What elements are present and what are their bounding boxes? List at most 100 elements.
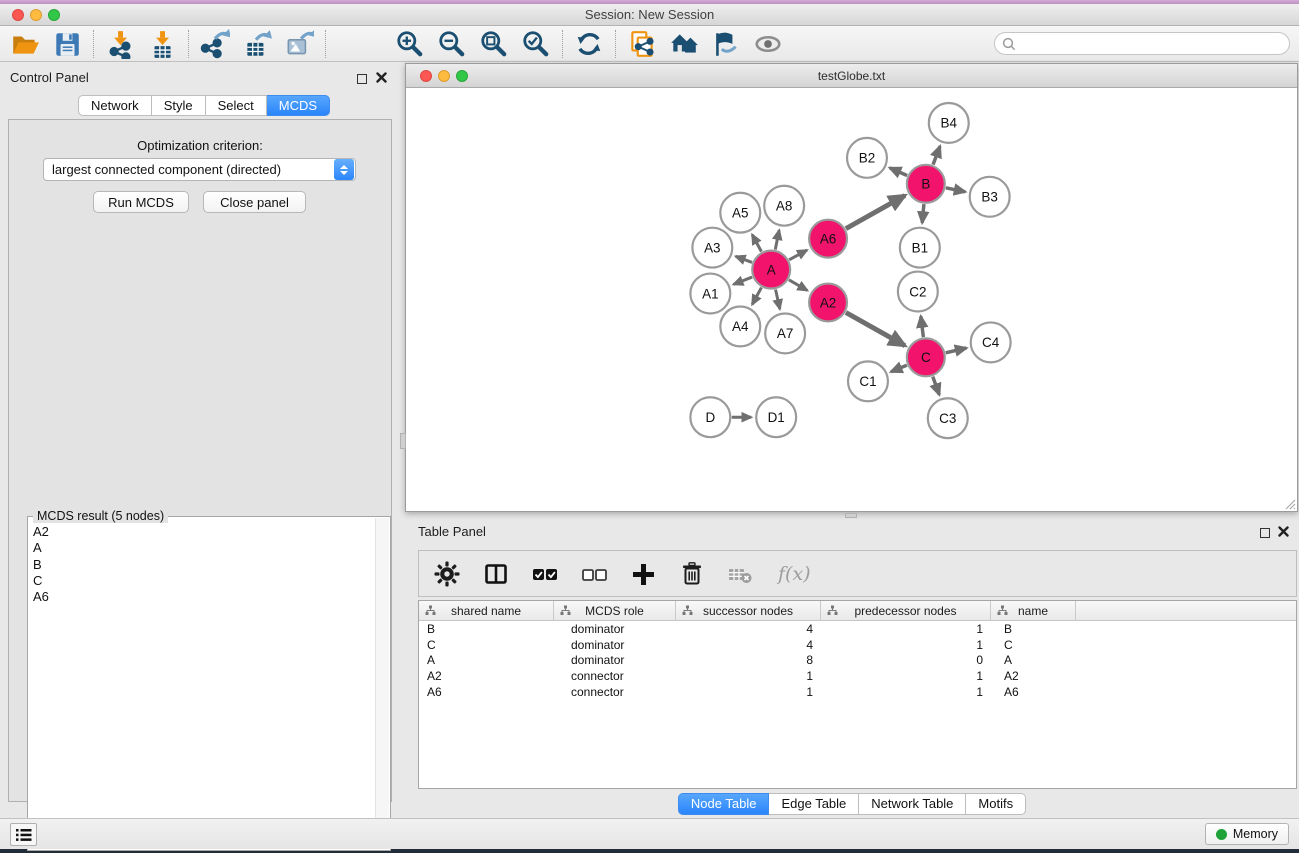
splitter-handle-left[interactable] bbox=[400, 433, 406, 449]
column-header-shared-name[interactable]: shared name bbox=[419, 601, 554, 620]
resize-grip-icon[interactable] bbox=[1282, 496, 1296, 510]
network-maximize-button[interactable] bbox=[456, 70, 468, 82]
edge-A-A2[interactable] bbox=[789, 280, 807, 291]
node-B1[interactable]: B1 bbox=[900, 228, 940, 268]
float-panel-icon[interactable] bbox=[357, 71, 368, 82]
column-header-name[interactable]: name bbox=[991, 601, 1076, 620]
node-B4[interactable]: B4 bbox=[929, 103, 969, 143]
export-network-icon[interactable] bbox=[200, 29, 230, 59]
zoom-out-icon[interactable] bbox=[437, 29, 467, 59]
edge-A6-B[interactable] bbox=[846, 195, 905, 228]
edge-C-C1[interactable] bbox=[891, 365, 907, 372]
tab-network[interactable]: Network bbox=[78, 95, 152, 116]
edge-C-C3[interactable] bbox=[933, 377, 940, 395]
network-close-button[interactable] bbox=[420, 70, 432, 82]
mcds-result-list[interactable]: A2ABCA6 bbox=[29, 518, 375, 849]
node-C4[interactable]: C4 bbox=[971, 322, 1011, 362]
edge-A-A8[interactable] bbox=[775, 230, 779, 249]
node-A5[interactable]: A5 bbox=[720, 193, 760, 233]
node-A1[interactable]: A1 bbox=[690, 274, 730, 314]
result-item[interactable]: B bbox=[33, 557, 375, 573]
node-C2[interactable]: C2 bbox=[898, 272, 938, 312]
tab-mcds[interactable]: MCDS bbox=[267, 95, 330, 116]
result-item[interactable]: A2 bbox=[33, 524, 375, 540]
deselect-all-icon[interactable] bbox=[580, 559, 608, 589]
criterion-dropdown[interactable]: largest connected component (directed) bbox=[43, 158, 356, 181]
node-A4[interactable]: A4 bbox=[720, 306, 760, 346]
node-D1[interactable]: D1 bbox=[756, 397, 796, 437]
edge-A2-C[interactable] bbox=[846, 313, 905, 346]
result-item[interactable]: A6 bbox=[33, 589, 375, 605]
table-row[interactable]: A2connector11A2 bbox=[419, 668, 1296, 684]
home-icon[interactable] bbox=[669, 29, 699, 59]
table-close-panel-icon[interactable] bbox=[1278, 524, 1289, 535]
network-graph[interactable]: B4 B2 B B3 A8A5 A6 A3 B1 A A1 C2 A2 A4A7 C4 C C1 C3 D D1 bbox=[406, 89, 1297, 511]
minimize-window-button[interactable] bbox=[30, 9, 42, 21]
edge-A-A1[interactable] bbox=[734, 277, 753, 284]
result-list-scrollbar[interactable] bbox=[375, 518, 389, 849]
node-A2[interactable]: A2 bbox=[809, 284, 847, 322]
refresh-icon[interactable] bbox=[574, 29, 604, 59]
node-A6[interactable]: A6 bbox=[809, 220, 847, 258]
tab-edge-table[interactable]: Edge Table bbox=[769, 793, 859, 815]
tab-node-table[interactable]: Node Table bbox=[678, 793, 770, 815]
node-A8[interactable]: A8 bbox=[764, 186, 804, 226]
edge-C-C2[interactable] bbox=[921, 316, 924, 337]
maximize-window-button[interactable] bbox=[48, 9, 60, 21]
node-B2[interactable]: B2 bbox=[847, 138, 887, 178]
edge-A-A5[interactable] bbox=[752, 235, 761, 252]
node-D[interactable]: D bbox=[690, 397, 730, 437]
tab-network-table[interactable]: Network Table bbox=[859, 793, 966, 815]
node-table[interactable]: shared name MCDS role successor nodes pr… bbox=[418, 600, 1297, 789]
tab-motifs[interactable]: Motifs bbox=[966, 793, 1026, 815]
export-table-icon[interactable] bbox=[242, 29, 272, 59]
show-hide-icon[interactable] bbox=[753, 29, 783, 59]
node-C1[interactable]: C1 bbox=[848, 361, 888, 401]
edge-C-C4[interactable] bbox=[946, 348, 967, 353]
close-window-button[interactable] bbox=[12, 9, 24, 21]
edge-B-B3[interactable] bbox=[946, 188, 965, 192]
result-item[interactable]: A bbox=[33, 540, 375, 556]
delete-table-icon[interactable] bbox=[727, 559, 755, 589]
node-B3[interactable]: B3 bbox=[970, 177, 1010, 217]
select-all-icon[interactable] bbox=[531, 559, 559, 589]
import-table-icon[interactable] bbox=[147, 29, 177, 59]
close-panel-button[interactable]: Close panel bbox=[203, 191, 306, 213]
node-A3[interactable]: A3 bbox=[692, 228, 732, 268]
add-column-icon[interactable] bbox=[629, 559, 657, 589]
search-field[interactable] bbox=[994, 32, 1290, 55]
table-float-panel-icon[interactable] bbox=[1260, 525, 1271, 536]
settings-icon[interactable] bbox=[433, 559, 461, 589]
delete-column-icon[interactable] bbox=[678, 559, 706, 589]
edge-B-B2[interactable] bbox=[890, 168, 907, 176]
zoom-in-icon[interactable] bbox=[395, 29, 425, 59]
run-mcds-button[interactable]: Run MCDS bbox=[93, 191, 189, 213]
network-window-titlebar[interactable]: testGlobe.txt bbox=[406, 64, 1297, 88]
memory-button[interactable]: Memory bbox=[1205, 823, 1289, 845]
node-C3[interactable]: C3 bbox=[928, 398, 968, 438]
import-network-icon[interactable] bbox=[105, 29, 135, 59]
save-session-icon[interactable] bbox=[52, 29, 82, 59]
edge-A-A3[interactable] bbox=[736, 256, 752, 262]
zoom-selected-icon[interactable] bbox=[521, 29, 551, 59]
edge-A-A7[interactable] bbox=[776, 290, 780, 310]
network-minimize-button[interactable] bbox=[438, 70, 450, 82]
zoom-fit-icon[interactable] bbox=[479, 29, 509, 59]
column-header-MCDS-role[interactable]: MCDS role bbox=[554, 601, 676, 620]
node-B[interactable]: B bbox=[907, 165, 945, 203]
network-canvas[interactable]: B4 B2 B B3 A8A5 A6 A3 B1 A A1 C2 A2 A4A7 C4 C C1 C3 D D1 bbox=[406, 89, 1297, 511]
duplicate-network-icon[interactable] bbox=[627, 29, 657, 59]
search-input[interactable] bbox=[1020, 35, 1289, 53]
result-item[interactable]: C bbox=[33, 573, 375, 589]
edge-A-A6[interactable] bbox=[789, 250, 807, 260]
node-C[interactable]: C bbox=[907, 338, 945, 376]
node-A[interactable]: A bbox=[752, 251, 790, 289]
node-A7[interactable]: A7 bbox=[765, 313, 805, 353]
close-panel-icon[interactable] bbox=[376, 70, 387, 81]
export-image-icon[interactable] bbox=[284, 29, 314, 59]
open-session-icon[interactable] bbox=[10, 29, 40, 59]
table-row[interactable]: Adominator80A bbox=[419, 653, 1296, 669]
edge-B-B4[interactable] bbox=[933, 146, 940, 164]
tab-select[interactable]: Select bbox=[206, 95, 267, 116]
toggle-birds-eye-icon[interactable] bbox=[711, 29, 741, 59]
